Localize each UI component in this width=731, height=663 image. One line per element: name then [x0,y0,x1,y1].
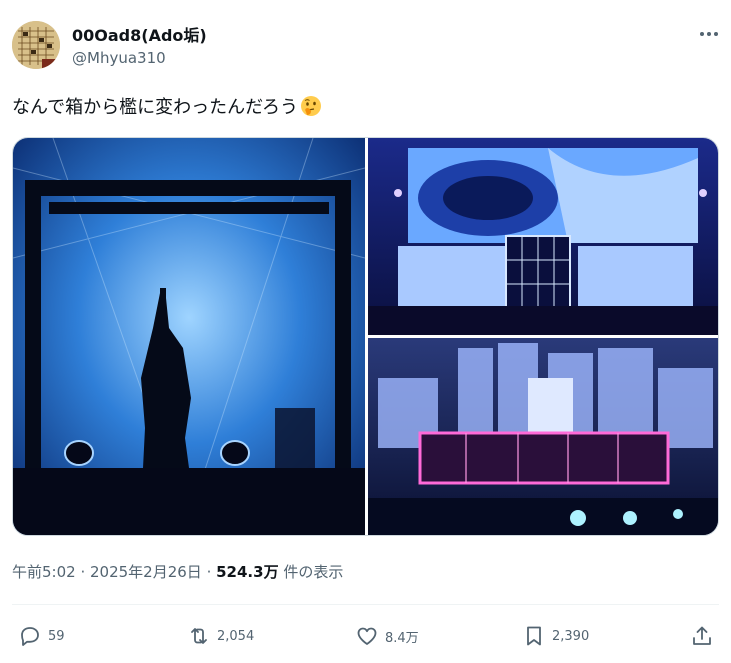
share-button[interactable] [690,622,720,650]
concert-city-stage-photo-icon [368,338,718,535]
bookmark-button[interactable]: 2,390 [522,622,589,650]
divider [12,604,719,605]
views-label: 件の表示 [278,563,344,581]
avatar[interactable] [12,21,60,69]
thinking-face-emoji-icon [300,95,322,117]
media-grid [12,137,719,536]
heart-icon [357,627,377,645]
tweet-meta: 午前5:02 · 2025年2月26日 · 524.3万 件の表示 [12,561,343,582]
media-image-1[interactable] [13,138,365,535]
more-icon [700,32,718,36]
tweet-time[interactable]: 午前5:02 [12,563,76,581]
concert-stage-wide-photo-icon [368,138,718,335]
like-button[interactable]: 8.4万 [355,622,419,650]
separator-1: · [75,563,90,581]
more-options-button[interactable] [695,22,723,46]
author-handle[interactable]: @Mhyua310 [72,49,166,67]
shogi-board-avatar-icon [12,21,60,69]
views-count: 524.3万 [216,563,279,581]
reply-count: 59 [48,628,65,644]
bookmark-icon [527,626,541,646]
share-icon [693,626,711,645]
bookmark-count: 2,390 [552,628,590,644]
concert-silhouette-in-box-photo-icon [13,138,365,535]
reply-icon [21,627,39,646]
like-count: 8.4万 [385,630,419,646]
retweet-count: 2,054 [217,628,255,644]
author-display-name[interactable]: 00Oad8(Ado垢) [72,22,207,46]
separator-2: · [201,563,217,581]
retweet-icon [191,628,207,644]
tweet-body: なんで箱から檻に変わったんだろう [12,97,299,118]
reply-button[interactable]: 59 [18,622,65,650]
media-image-2[interactable] [368,138,718,335]
tweet-text: なんで箱から檻に変わったんだろう [12,93,322,119]
retweet-button[interactable]: 2,054 [187,622,254,650]
media-image-3[interactable] [368,338,718,535]
tweet-date[interactable]: 2025年2月26日 [90,563,202,581]
